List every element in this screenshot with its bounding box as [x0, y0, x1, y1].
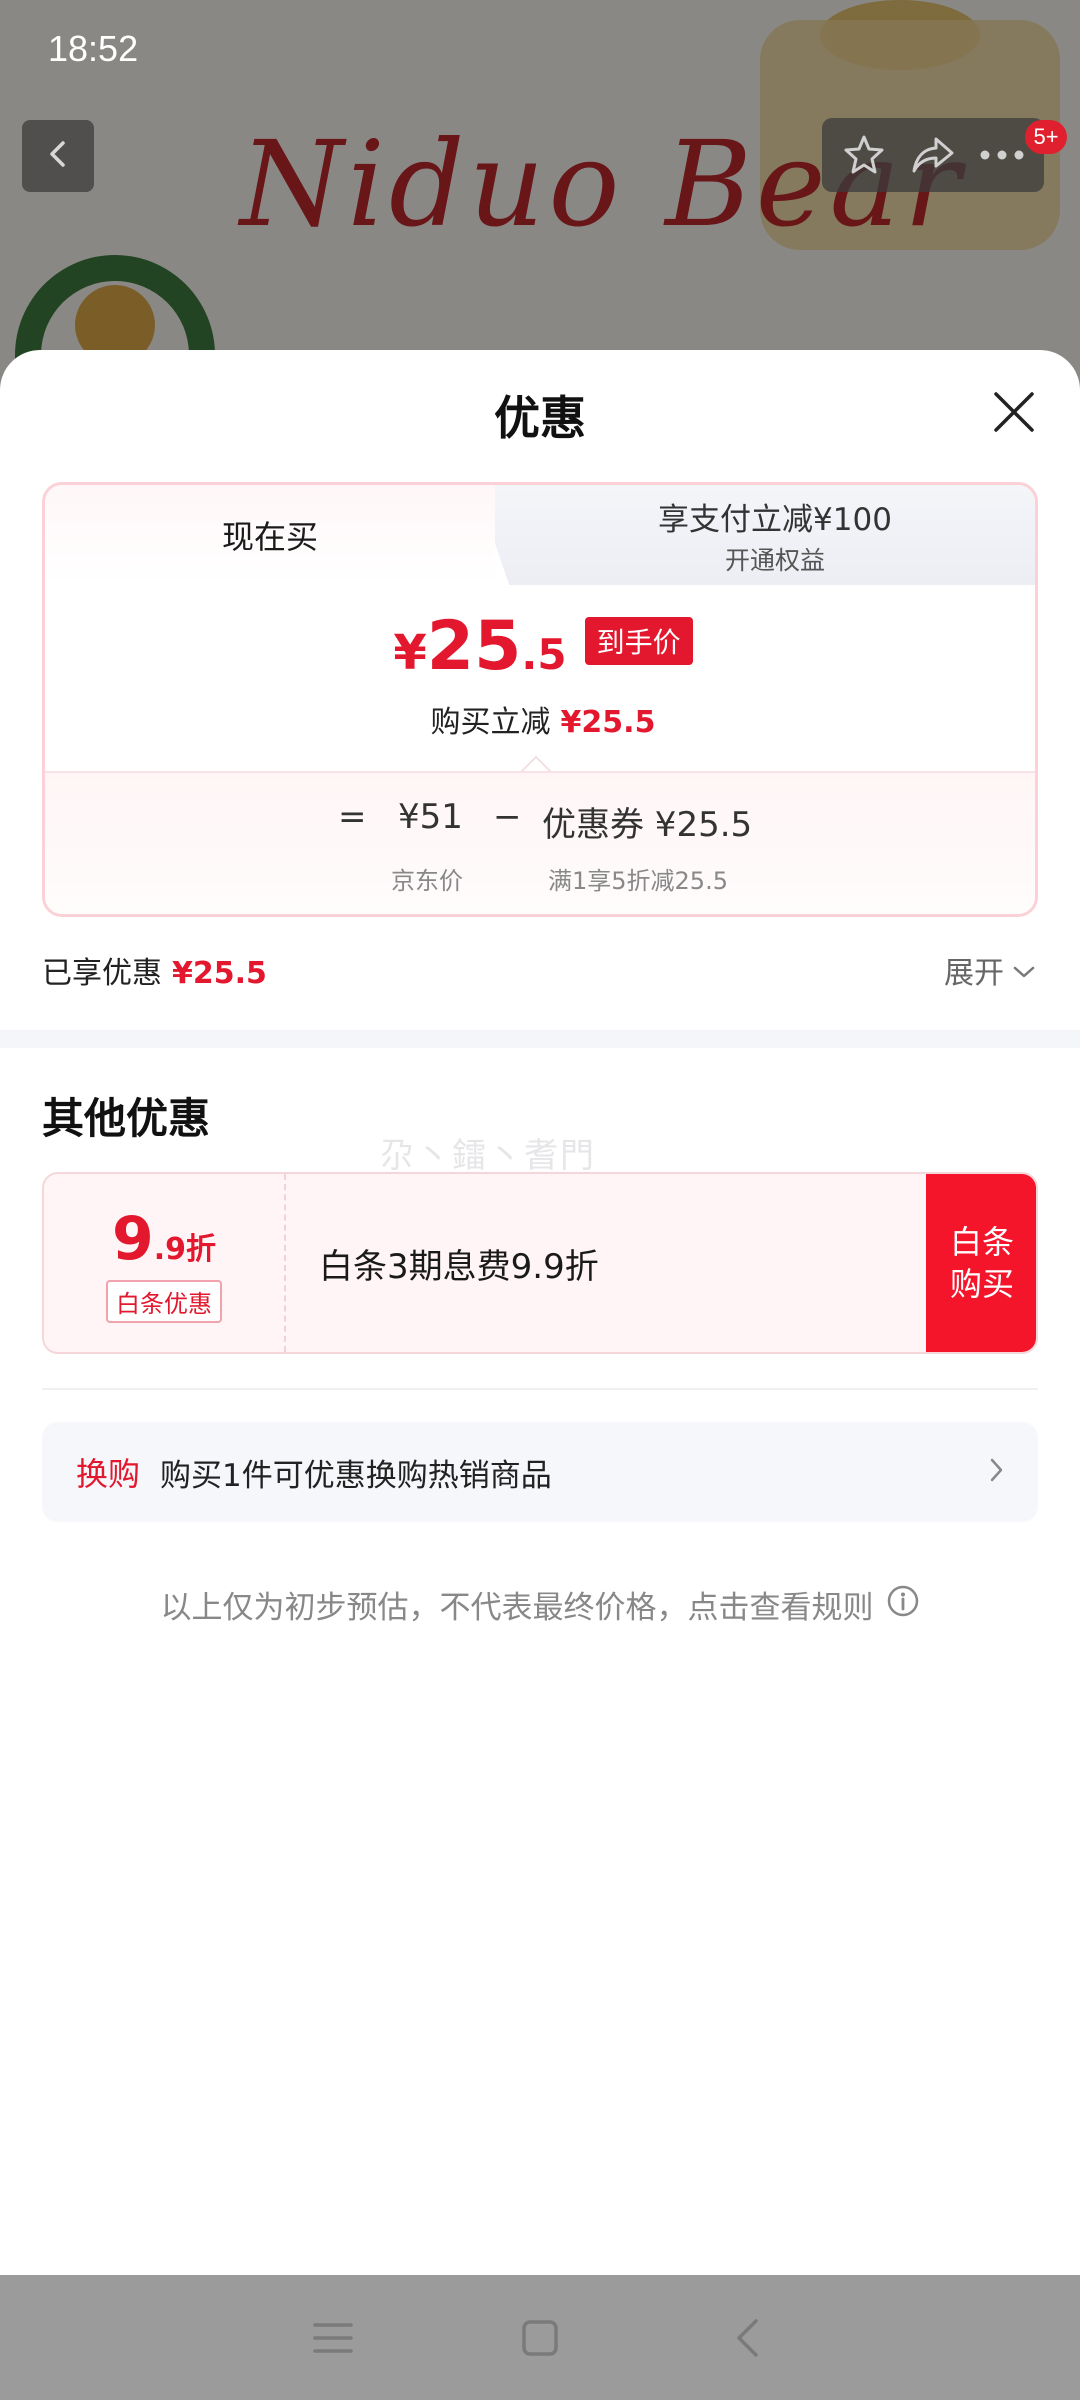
top-action-bar — [822, 118, 1044, 192]
status-time: 18:52 — [48, 28, 139, 69]
exchange-text: 购买1件可优惠换购热销商品 — [160, 1457, 552, 1494]
chevron-right-icon — [988, 1457, 1004, 1487]
price-formula: = ¥51 − 优惠券 ¥25.5 — [45, 797, 1035, 847]
tab-pay-discount[interactable]: 享支付立减¥100 开通权益 — [475, 485, 1035, 585]
price-integer: 25 — [426, 607, 522, 686]
final-price-section: ¥ 25 .5 到手价 购买立减 ¥25.5 — [45, 585, 1035, 793]
purchase-reduction: 购买立减 ¥25.5 — [45, 697, 1035, 741]
system-nav-bar — [0, 2275, 1080, 2400]
price-breakdown: = ¥51 − 优惠券 ¥25.5 京东价 满1享5折减25.5 — [45, 771, 1035, 914]
price-card: 享支付立减¥100 开通权益 现在买 ¥ 25 .5 到手价 购买立减 ¥25.5… — [42, 482, 1038, 917]
minus-sign: − — [493, 797, 522, 837]
promo-tag: 白条优惠 — [106, 1279, 222, 1323]
expand-button[interactable]: 展开 — [944, 948, 1036, 992]
reduction-label: 购买立减 — [430, 705, 551, 740]
star-icon[interactable] — [836, 127, 892, 183]
watermark: 尕丶鐳丶耆門 — [380, 1136, 596, 1176]
back-icon — [43, 139, 73, 173]
expand-label: 展开 — [944, 956, 1004, 991]
exchange-offer-row[interactable]: 换购 购买1件可优惠换购热销商品 — [42, 1422, 1038, 1522]
tab-pay-label: 享支付立减¥100 — [658, 501, 892, 538]
enjoyed-amount: ¥25.5 — [172, 956, 267, 991]
buy-button-line2: 购买 — [949, 1265, 1014, 1303]
tab-buy-now-label: 现在买 — [221, 518, 318, 556]
enjoyed-label: 已享优惠 — [42, 956, 162, 991]
menu-icon[interactable] — [298, 2303, 368, 2373]
promo-discount-integer: 9 — [111, 1203, 154, 1274]
share-icon[interactable] — [905, 127, 961, 183]
tab-pay-sublabel: 开通权益 — [724, 545, 825, 575]
promo-description: 白条3期息费9.9折 — [319, 1246, 599, 1287]
tab-buy-now[interactable]: 现在买 — [45, 485, 495, 585]
jd-price-caption: 京东价 — [391, 867, 463, 895]
other-discounts-title: 其他优惠 — [42, 1094, 211, 1143]
promo-discount-value: 9 .9折 — [112, 1204, 216, 1274]
equals-sign: = — [338, 797, 367, 837]
baitiao-buy-button[interactable]: 白条 购买 — [926, 1174, 1036, 1352]
buy-button-line1: 白条 — [949, 1223, 1014, 1261]
home-icon[interactable] — [505, 2303, 575, 2373]
final-price-tag: 到手价 — [584, 616, 693, 665]
disclaimer-text: 以上仅为初步预估，不代表最终价格，点击查看规则 — [160, 1590, 874, 1626]
sheet-title: 优惠 — [494, 391, 586, 445]
more-icon[interactable] — [974, 127, 1030, 183]
enjoyed-discount: 已享优惠 ¥25.5 — [42, 948, 267, 992]
chevron-down-icon — [1012, 953, 1036, 988]
divider-line — [42, 1388, 1038, 1390]
baitiao-promo-card: 9 .9折 白条优惠 白条3期息费9.9折 白条 购买 — [42, 1172, 1038, 1354]
back-button[interactable] — [22, 120, 94, 192]
coupon-amount: 优惠券 ¥25.5 — [542, 805, 753, 845]
reduction-amount: ¥25.5 — [560, 705, 656, 740]
discount-sheet: 优惠 享支付立减¥100 开通权益 现在买 ¥ 25 .5 到手价 购买立减 ¥2… — [0, 350, 1080, 2275]
close-icon — [992, 390, 1036, 438]
info-icon — [886, 1584, 920, 1626]
promo-discount-decimal: .9折 — [153, 1231, 217, 1267]
message-badge: 5+ — [1025, 120, 1067, 154]
price-disclaimer[interactable]: 以上仅为初步预估，不代表最终价格，点击查看规则 — [0, 1582, 1080, 1627]
promo-discount-box: 9 .9折 白条优惠 — [44, 1174, 286, 1352]
system-back-icon[interactable] — [712, 2303, 782, 2373]
final-price: ¥ 25 .5 到手价 — [45, 607, 1035, 686]
section-divider — [0, 1030, 1080, 1048]
coupon-caption: 满1享5折减25.5 — [548, 867, 728, 895]
jd-price: ¥51 — [398, 797, 463, 837]
price-decimal: .5 — [521, 630, 567, 679]
price-currency: ¥ — [393, 625, 427, 681]
exchange-label: 换购 — [76, 1455, 141, 1493]
close-button[interactable] — [985, 385, 1043, 443]
